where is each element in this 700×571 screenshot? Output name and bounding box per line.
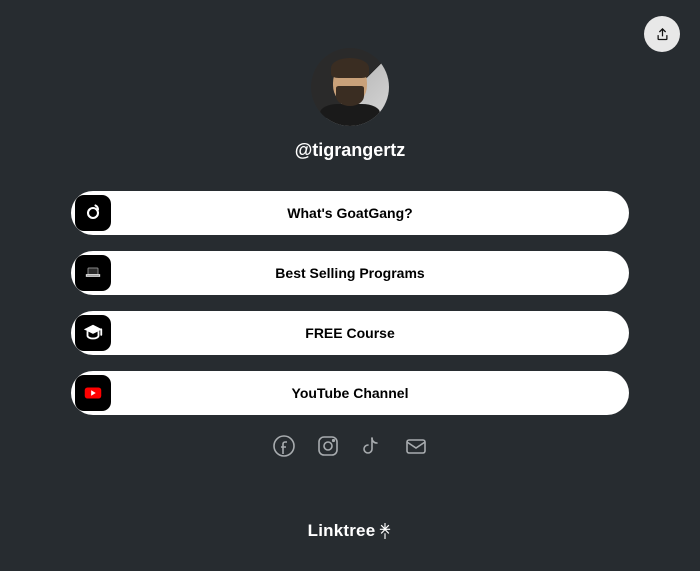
link-whats-goatgang[interactable]: What's GoatGang? (71, 191, 629, 235)
facebook-icon[interactable] (271, 433, 297, 459)
instagram-icon[interactable] (315, 433, 341, 459)
tiktok-icon[interactable] (359, 433, 385, 459)
goat-icon (75, 195, 111, 231)
username: @tigrangertz (295, 140, 406, 161)
share-icon (655, 27, 670, 42)
email-icon[interactable] (403, 433, 429, 459)
link-label: Best Selling Programs (275, 265, 424, 281)
link-label: FREE Course (305, 325, 394, 341)
link-best-selling-programs[interactable]: Best Selling Programs (71, 251, 629, 295)
linktree-logo-icon (378, 523, 392, 539)
linktree-footer[interactable]: Linktree (0, 521, 700, 541)
avatar (311, 48, 389, 126)
links-container: What's GoatGang? Best Selling Programs F… (71, 191, 629, 415)
link-free-course[interactable]: FREE Course (71, 311, 629, 355)
footer-text: Linktree (308, 521, 376, 541)
social-icons (0, 433, 700, 459)
youtube-icon (75, 375, 111, 411)
link-label: What's GoatGang? (287, 205, 412, 221)
laptop-icon (75, 255, 111, 291)
share-button[interactable] (644, 16, 680, 52)
profile-section: @tigrangertz (0, 0, 700, 161)
link-youtube-channel[interactable]: YouTube Channel (71, 371, 629, 415)
link-label: YouTube Channel (292, 385, 409, 401)
graduation-icon (75, 315, 111, 351)
